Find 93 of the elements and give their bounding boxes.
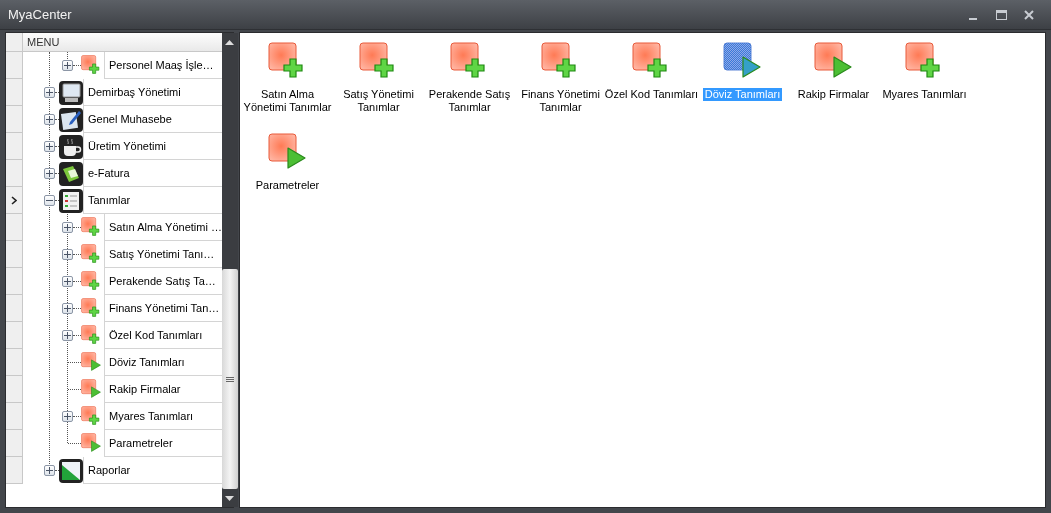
tree-item[interactable]: Genel Muhasebe (83, 106, 222, 133)
row-indicator (6, 403, 23, 430)
row-indicator (6, 268, 23, 295)
tree-item[interactable]: Döviz Tanımları (104, 349, 222, 376)
cup-icon (59, 134, 83, 159)
close-icon (1024, 9, 1034, 20)
plus-icon (64, 278, 71, 285)
up-arrow-icon (225, 39, 235, 45)
expand-toggle[interactable] (62, 60, 73, 71)
shortcut-tile[interactable]: Myares Tanımları (879, 40, 970, 131)
row-indicator (6, 457, 23, 484)
expand-toggle[interactable] (62, 222, 73, 233)
shortcut-tile[interactable]: Parametreler (242, 131, 333, 222)
tree-item[interactable]: Demirbaş Yönetimi (83, 79, 222, 106)
expand-toggle[interactable] (44, 465, 55, 476)
plus-icon (46, 170, 53, 177)
pen-and-paper-icon (59, 107, 83, 132)
tree-item[interactable]: Üretim Yönetimi (83, 133, 222, 160)
plus-icon (64, 413, 71, 420)
window-title: MyaCenter (8, 7, 73, 22)
tree-item[interactable]: Satış Yönetimi Tanı… (104, 241, 222, 268)
add-icon (81, 55, 102, 76)
plus-icon (64, 305, 71, 312)
shortcut-tile[interactable]: Finans Yönetimi Tanımlar (515, 40, 606, 131)
plus-icon (64, 62, 71, 69)
tree-item[interactable]: Myares Tanımları (104, 403, 222, 430)
add-icon (81, 298, 102, 319)
play-icon (81, 379, 102, 400)
grip-icon (225, 376, 234, 382)
minus-icon (46, 197, 53, 204)
tree-item[interactable]: Perakende Satış Ta… (104, 268, 222, 295)
add-icon (81, 217, 102, 238)
collapse-toggle[interactable] (44, 195, 55, 206)
plus-icon (64, 251, 71, 258)
shortcut-tile[interactable]: Satış Yönetimi Tanımlar (333, 40, 424, 131)
row-indicator (6, 322, 23, 349)
down-arrow-icon (225, 495, 235, 501)
plus-icon (64, 224, 71, 231)
maximize-icon (995, 9, 1007, 20)
tree-item[interactable]: Tanımlar (83, 187, 222, 214)
expand-toggle[interactable] (62, 330, 73, 341)
plus-icon (64, 332, 71, 339)
row-indicator (6, 430, 23, 457)
tree-item[interactable]: Finans Yönetimi Tan… (104, 295, 222, 322)
expand-toggle[interactable] (62, 303, 73, 314)
tile-label: Döviz Tanımları (702, 88, 783, 101)
tree-item[interactable]: e-Fatura (83, 160, 222, 187)
monitor-icon (59, 80, 83, 105)
column-header: MENU (26, 35, 61, 50)
expand-toggle[interactable] (44, 141, 55, 152)
tile-label: Myares Tanımları (881, 88, 968, 101)
tile-label: Parametreler (254, 179, 321, 192)
minimize-icon (969, 17, 977, 20)
row-indicator (6, 349, 23, 376)
plus-icon (46, 89, 53, 96)
tile-label: Satın Alma Yönetimi Tanımlar (242, 88, 333, 114)
expand-toggle[interactable] (62, 249, 73, 260)
shortcut-tile[interactable]: Perakende Satış Tanımlar (424, 40, 515, 131)
expand-toggle[interactable] (44, 87, 55, 98)
shortcut-tile[interactable]: Rakip Firmalar (788, 40, 879, 131)
row-indicator (6, 241, 23, 268)
tree-item[interactable]: Özel Kod Tanımları (104, 322, 222, 349)
row-indicator (6, 295, 23, 322)
add-icon (81, 271, 102, 292)
checklist-icon (59, 188, 83, 213)
play-icon (81, 352, 102, 373)
expand-toggle[interactable] (62, 276, 73, 287)
tree-item[interactable]: Satın Alma Yönetimi … (104, 214, 222, 241)
add-icon (81, 325, 102, 346)
tile-label: Rakip Firmalar (796, 88, 871, 101)
plus-icon (46, 143, 53, 150)
tile-label: Özel Kod Tanımları (603, 88, 700, 101)
shortcut-tile[interactable]: Satın Alma Yönetimi Tanımlar (242, 40, 333, 131)
row-indicator (6, 133, 23, 160)
expand-toggle[interactable] (44, 168, 55, 179)
shortcut-tile[interactable]: Özel Kod Tanımları (606, 40, 697, 131)
expand-toggle[interactable] (62, 411, 73, 422)
plus-icon (46, 116, 53, 123)
add-icon (81, 406, 102, 427)
plus-icon (46, 467, 53, 474)
tree-item[interactable]: Personel Maaş İşle… (104, 52, 222, 79)
document-icon (59, 161, 83, 186)
row-indicator (6, 79, 23, 106)
row-indicator (6, 106, 23, 133)
tree-item[interactable]: Parametreler (104, 430, 222, 457)
add-icon (81, 244, 102, 265)
tree-item[interactable]: Raporlar (83, 457, 222, 484)
row-indicator (6, 376, 23, 403)
chart-icon (59, 458, 83, 483)
tile-label: Perakende Satış Tanımlar (427, 88, 512, 114)
tree-item[interactable]: Rakip Firmalar (104, 376, 222, 403)
play-icon (81, 433, 102, 454)
expand-toggle[interactable] (44, 114, 55, 125)
